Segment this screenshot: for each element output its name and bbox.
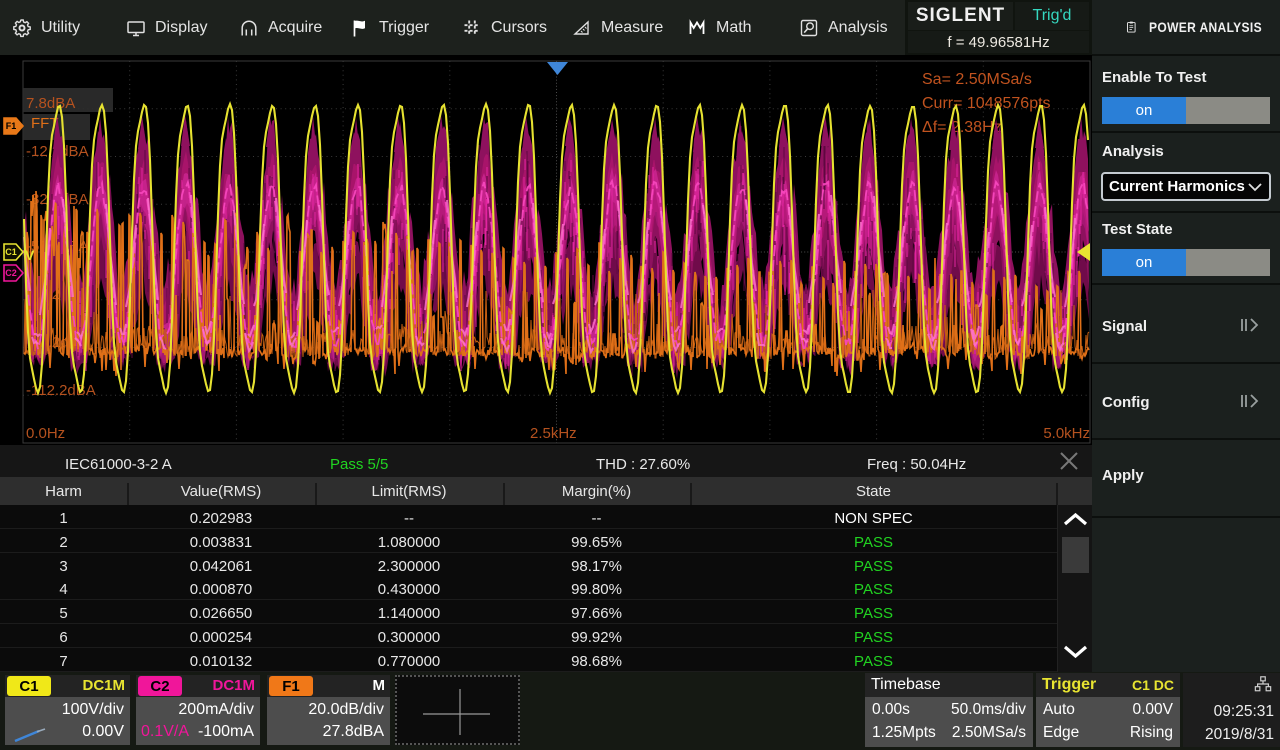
svg-text:0.0Hz: 0.0Hz: [26, 425, 65, 442]
svg-text:5.0kHz: 5.0kHz: [1043, 425, 1090, 442]
svg-text:7.8dBA: 7.8dBA: [26, 95, 75, 112]
svg-text:Curr= 1048576pts: Curr= 1048576pts: [922, 95, 1051, 112]
svg-text:2.5kHz: 2.5kHz: [530, 425, 577, 442]
svg-text:Δf= 2.38Hz: Δf= 2.38Hz: [922, 119, 1002, 136]
svg-text:C1: C1: [5, 247, 17, 257]
svg-text:F1: F1: [6, 121, 17, 131]
svg-text:C2: C2: [5, 268, 17, 278]
svg-text:V: V: [25, 247, 35, 263]
svg-text:Sa= 2.50MSa/s: Sa= 2.50MSa/s: [922, 71, 1032, 88]
